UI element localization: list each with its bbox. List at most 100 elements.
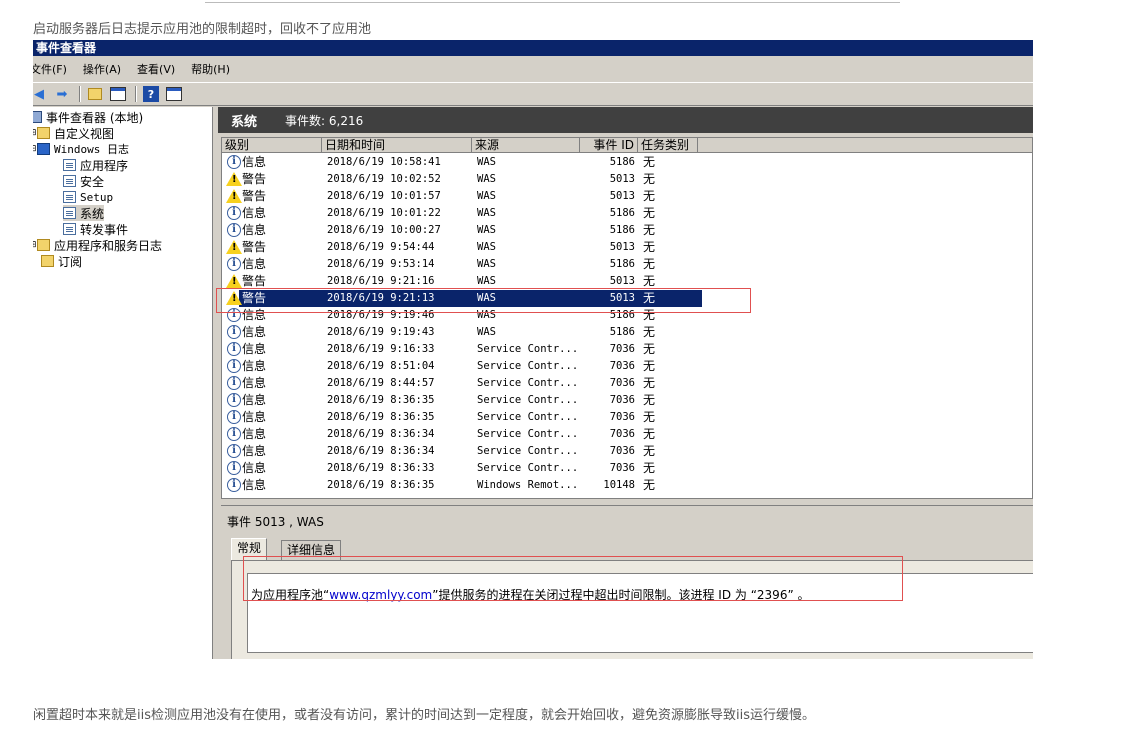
help-icon[interactable]: ? [141,85,161,103]
table-row[interactable]: i 信息 2018/6/19 8:36:34 Service Contr... 7036… [222,443,1032,460]
tree-item-forwarded-events[interactable]: 转发事件 [63,221,128,237]
cell-date: 2018/6/19 9:54:44 [327,241,435,253]
tree-item-setup[interactable]: Setup [63,189,113,205]
cell-date: 2018/6/19 10:02:52 [327,173,441,185]
info-icon: i [227,257,241,271]
tree-item-custom-views[interactable]: ⊞ 自定义视图 [33,125,114,141]
detail-title: 事件 5013 , WAS [227,515,324,529]
info-icon: i [227,444,241,458]
cell-date: 2018/6/19 10:01:22 [327,207,441,219]
cell-date: 2018/6/19 8:36:34 [327,428,435,440]
subscription-icon [41,255,54,267]
message-highlight [243,556,903,601]
menu-help[interactable]: 帮助(H) [191,61,230,77]
table-row[interactable]: i 信息 2018/6/19 10:00:27 WAS 5186 无 [222,222,1032,239]
cell-task: 无 [643,376,656,390]
cell-level: 警告 [242,172,267,186]
cell-task: 无 [643,393,656,407]
toolbar-separator [79,86,81,102]
cell-level: 警告 [242,240,267,254]
info-icon: i [227,478,241,492]
up-folder-icon[interactable] [85,85,105,103]
cell-event-id: 7036 [609,360,635,372]
cell-task: 无 [643,206,656,220]
back-arrow-icon[interactable]: ◀ [33,85,49,103]
cell-level: 信息 [242,444,267,458]
menu-action[interactable]: 操作(A) [83,61,121,77]
tree-item-windows-logs[interactable]: ⊟ Windows 日志 [33,141,129,157]
table-row[interactable]: i 信息 2018/6/19 10:01:22 WAS 5186 无 [222,205,1032,222]
tree-item-subscriptions[interactable]: 订阅 [41,253,82,269]
warning-icon [226,189,242,203]
info-icon: i [227,376,241,390]
cell-event-id: 5186 [609,258,635,270]
table-row[interactable]: i 信息 2018/6/19 8:36:34 Service Contr... 7036… [222,426,1032,443]
info-icon: i [227,342,241,356]
column-date[interactable]: 日期和时间 [322,138,472,153]
table-row[interactable]: i 信息 2018/6/19 8:44:57 Service Contr... 7036… [222,375,1032,392]
folder-icon [37,239,50,251]
cell-task: 无 [643,189,656,203]
table-row[interactable]: i 信息 2018/6/19 9:19:43 WAS 5186 无 [222,324,1032,341]
cell-level: 信息 [242,376,267,390]
cell-event-id: 7036 [609,343,635,355]
table-row[interactable]: i 信息 2018/6/19 9:16:33 Service Contr... 7036… [222,341,1032,358]
forward-arrow-icon[interactable]: ➡ [52,85,72,103]
cell-source: Service Contr... [477,360,579,372]
cell-level: 信息 [242,478,267,492]
info-icon: i [227,359,241,373]
table-row[interactable]: i 信息 2018/6/19 8:36:35 Service Contr... 7036… [222,392,1032,409]
table-row[interactable]: 警告 2018/6/19 10:01:57 WAS 5013 无 [222,188,1032,205]
cell-source: WAS [477,173,496,185]
cell-event-id: 10148 [603,479,635,491]
cell-event-id: 5186 [609,224,635,236]
column-source[interactable]: 来源 [472,138,580,153]
action-pane-icon[interactable] [164,85,184,103]
cell-task: 无 [643,342,656,356]
table-row[interactable]: 警告 2018/6/19 10:02:52 WAS 5013 无 [222,171,1032,188]
cell-source: Service Contr... [477,343,579,355]
cell-source: WAS [477,156,496,168]
column-task-category[interactable]: 任务类别 [638,138,698,153]
folder-icon [37,127,50,139]
table-row[interactable]: i 信息 2018/6/19 8:36:35 Windows Remot... 1014… [222,477,1032,494]
cell-level: 信息 [242,410,267,424]
cell-event-id: 5013 [609,173,635,185]
table-row[interactable]: i 信息 2018/6/19 8:36:33 Service Contr... 7036… [222,460,1032,477]
menu-view[interactable]: 查看(V) [137,61,175,77]
table-row[interactable]: i 信息 2018/6/19 9:53:14 WAS 5186 无 [222,256,1032,273]
panel-header: 系统 事件数: 6,216 [218,107,1033,133]
window-title: 事件查看器 [33,40,1033,56]
tree-item-app-service-logs[interactable]: ⊞ 应用程序和服务日志 [33,237,162,253]
toolbar-separator [135,86,137,102]
tree-item-security[interactable]: 安全 [63,173,104,189]
tree-item-system[interactable]: 系统 [63,205,105,221]
column-event-id[interactable]: 事件 ID [580,138,638,153]
tree-item-application[interactable]: 应用程序 [63,157,128,173]
table-row[interactable]: i 信息 2018/6/19 10:58:41 WAS 5186 无 [222,154,1032,171]
cell-task: 无 [643,325,656,339]
cell-date: 2018/6/19 9:19:43 [327,326,435,338]
cell-source: WAS [477,241,496,253]
table-row[interactable]: i 信息 2018/6/19 8:51:04 Service Contr... 7036… [222,358,1032,375]
cell-task: 无 [643,257,656,271]
list-header: 级别 日期和时间 来源 事件 ID 任务类别 [222,138,1032,153]
cell-event-id: 7036 [609,394,635,406]
cell-date: 2018/6/19 8:44:57 [327,377,435,389]
menu-file[interactable]: 文件(F) [33,61,67,77]
warning-icon [226,240,242,254]
cell-date: 2018/6/19 10:01:57 [327,190,441,202]
cell-task: 无 [643,240,656,254]
table-row[interactable]: 警告 2018/6/19 9:54:44 WAS 5013 无 [222,239,1032,256]
info-icon: i [227,410,241,424]
cell-date: 2018/6/19 8:36:35 [327,479,435,491]
log-icon [63,159,76,171]
table-row[interactable]: i 信息 2018/6/19 8:36:35 Service Contr... 7036… [222,409,1032,426]
column-level[interactable]: 级别 [222,138,322,153]
cell-level: 信息 [242,393,267,407]
tree-item-event-viewer-local[interactable]: 事件查看器 (本地) [33,109,143,125]
warning-icon [226,172,242,186]
panel-title: 系统 [231,114,258,130]
show-hide-tree-icon[interactable] [108,85,128,103]
cell-source: WAS [477,326,496,338]
